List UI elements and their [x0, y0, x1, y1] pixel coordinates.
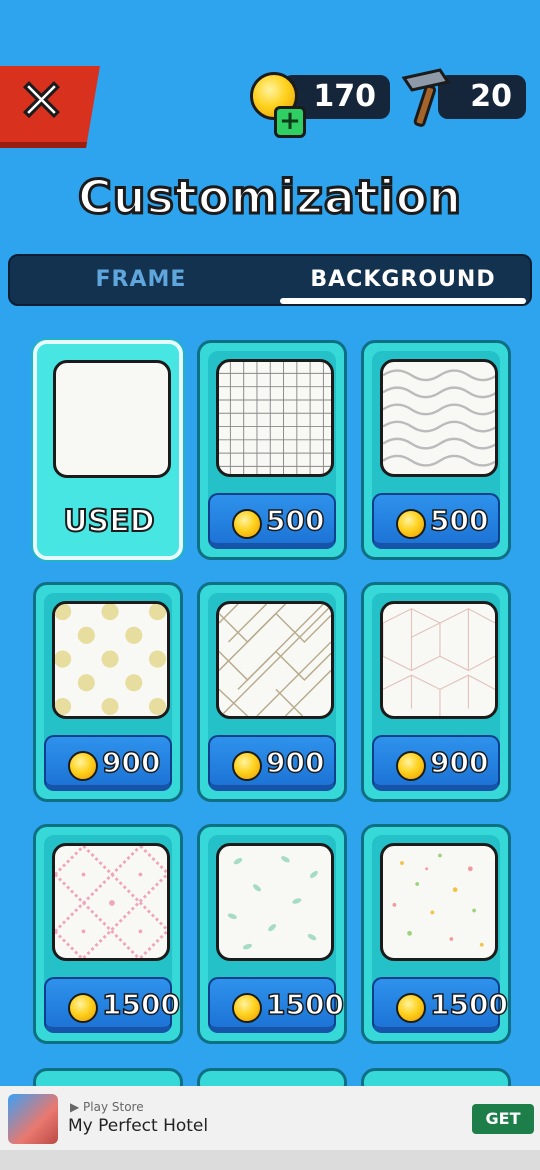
background-item-lattice[interactable]: 900: [197, 582, 347, 802]
buy-button[interactable]: 500: [372, 493, 500, 549]
price: 500: [429, 503, 489, 538]
hammer-icon: [401, 68, 451, 127]
buy-button[interactable]: 900: [208, 735, 336, 791]
pattern-preview: [216, 601, 334, 719]
pattern-preview: [216, 359, 334, 477]
pattern-preview: [52, 843, 170, 961]
background-item-waves[interactable]: 500: [361, 340, 511, 560]
active-tab-indicator: [280, 298, 526, 304]
tab-bar: FRAME BACKGROUND: [8, 254, 532, 306]
close-button[interactable]: ✕: [0, 66, 100, 148]
coin-icon: [396, 993, 426, 1023]
plus-icon: +: [279, 106, 301, 136]
price: 900: [101, 745, 161, 780]
pattern-preview: [53, 360, 171, 478]
price: 1500: [265, 987, 344, 1022]
coin-icon: [232, 509, 262, 539]
pattern-preview: [380, 843, 498, 961]
close-icon: ✕: [17, 69, 67, 134]
ad-app-icon: [8, 1094, 58, 1144]
ad-title: My Perfect Hotel: [68, 1116, 209, 1136]
coin-icon: [232, 993, 262, 1023]
buy-button[interactable]: 900: [44, 735, 172, 791]
price: 1500: [101, 987, 180, 1022]
buy-button[interactable]: 900: [372, 735, 500, 791]
background-item-cubes[interactable]: 900: [361, 582, 511, 802]
ad-banner[interactable]: ▶ Play Store My Perfect Hotel GET: [0, 1086, 540, 1150]
price: 900: [265, 745, 325, 780]
background-item-pink-diamond[interactable]: 1500: [33, 824, 183, 1044]
page-title: Customization: [76, 169, 463, 226]
background-item-plain[interactable]: USED: [33, 340, 183, 560]
pattern-preview: [380, 359, 498, 477]
ad-store-label: ▶ Play Store: [70, 1100, 144, 1114]
coin-count: 170: [313, 79, 376, 114]
price: 500: [265, 503, 325, 538]
price: 900: [429, 745, 489, 780]
pattern-preview: [380, 601, 498, 719]
buy-button[interactable]: 1500: [372, 977, 509, 1033]
used-label: USED: [62, 503, 155, 540]
price: 1500: [429, 987, 508, 1022]
buy-button[interactable]: 500: [208, 493, 336, 549]
add-coins-button[interactable]: +: [274, 106, 306, 138]
buy-button[interactable]: 1500: [44, 977, 181, 1033]
pattern-preview: [216, 843, 334, 961]
background-item-confetti[interactable]: 1500: [361, 824, 511, 1044]
background-item-leaves[interactable]: 1500: [197, 824, 347, 1044]
coin-icon: [68, 751, 98, 781]
background-item-grid[interactable]: 500: [197, 340, 347, 560]
coin-icon: [232, 751, 262, 781]
buy-button[interactable]: 1500: [208, 977, 345, 1033]
pattern-preview: [52, 601, 170, 719]
ad-get-button[interactable]: GET: [472, 1104, 534, 1134]
coin-icon: [68, 993, 98, 1023]
system-bottom-strip: [0, 1150, 540, 1170]
play-icon: ▶: [70, 1100, 84, 1114]
coin-icon: [396, 751, 426, 781]
background-item-dots[interactable]: 900: [33, 582, 183, 802]
coin-icon: [396, 509, 426, 539]
tab-frame[interactable]: FRAME: [10, 256, 272, 304]
tab-background[interactable]: BACKGROUND: [272, 256, 534, 304]
hammer-count: 20: [470, 79, 512, 114]
